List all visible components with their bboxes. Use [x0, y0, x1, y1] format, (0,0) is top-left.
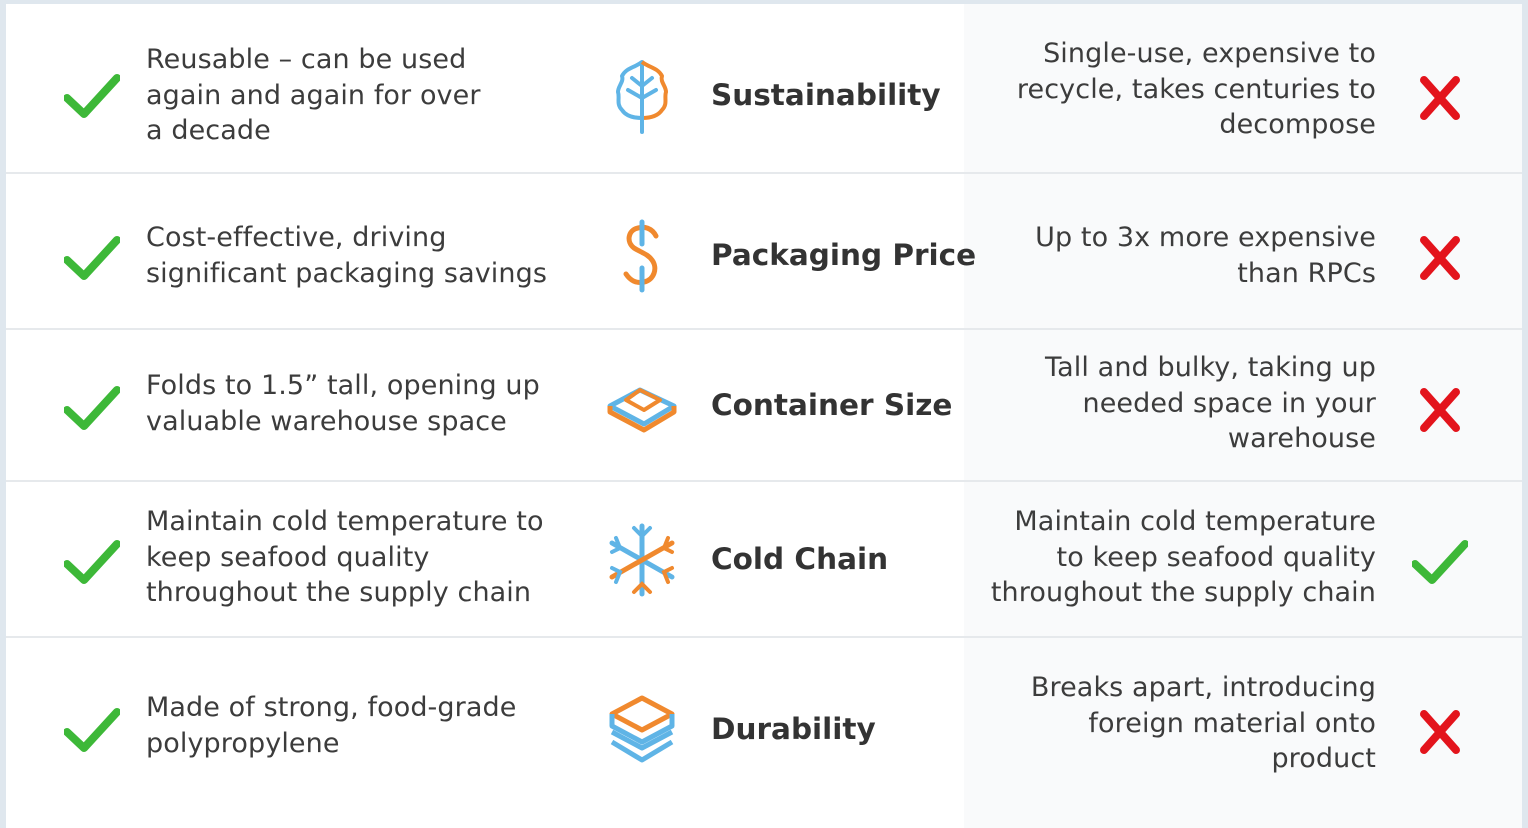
row-cold-chain: Maintain cold temperature to keep seafoo…	[6, 482, 1522, 638]
check-icon	[64, 74, 120, 118]
stacked-container-icon	[609, 695, 675, 763]
rpc-description: Folds to 1.5” tall, opening up valuable …	[146, 370, 540, 437]
category-title: Container Size	[711, 388, 953, 422]
row-packaging-price: Cost-effective, driving significant pack…	[6, 174, 1522, 330]
row-container-size: Folds to 1.5” tall, opening up valuable …	[6, 330, 1522, 482]
check-icon	[64, 386, 120, 430]
rpc-description: Cost-effective, driving significant pack…	[146, 222, 548, 289]
check-icon	[1412, 540, 1468, 584]
eps-description: Breaks apart, introducing foreign materi…	[1030, 672, 1376, 774]
category-title: Sustainability	[711, 78, 941, 112]
comparison-table: Reusable – can be used again and again f…	[6, 4, 1522, 828]
folded-container-icon	[607, 387, 677, 433]
cross-icon	[1420, 710, 1460, 754]
row-sustainability: Reusable – can be used again and again f…	[6, 4, 1522, 174]
rpc-description: Reusable – can be used again and again f…	[146, 44, 481, 146]
cross-icon	[1420, 76, 1460, 120]
category-title: Cold Chain	[711, 542, 889, 576]
eps-description: Up to 3x more expensive than RPCs	[1035, 222, 1376, 289]
cross-icon	[1420, 236, 1460, 280]
snowflake-icon	[609, 523, 675, 597]
row-durability: Made of strong, food-grade polypropylene…	[6, 638, 1522, 828]
check-icon	[64, 236, 120, 280]
category-title: Durability	[711, 712, 876, 746]
leaf-icon	[616, 60, 668, 134]
eps-description: Single-use, expensive to recycle, takes …	[1016, 38, 1376, 140]
check-icon	[64, 540, 120, 584]
rpc-description: Made of strong, food-grade polypropylene	[146, 692, 517, 759]
rpc-description: Maintain cold temperature to keep seafoo…	[146, 506, 544, 608]
eps-description: Maintain cold temperature to keep seafoo…	[990, 506, 1376, 608]
cross-icon	[1420, 388, 1460, 432]
dollar-icon	[623, 219, 659, 293]
check-icon	[64, 708, 120, 752]
category-title: Packaging Price	[711, 238, 977, 272]
eps-description: Tall and bulky, taking up needed space i…	[1045, 352, 1376, 454]
